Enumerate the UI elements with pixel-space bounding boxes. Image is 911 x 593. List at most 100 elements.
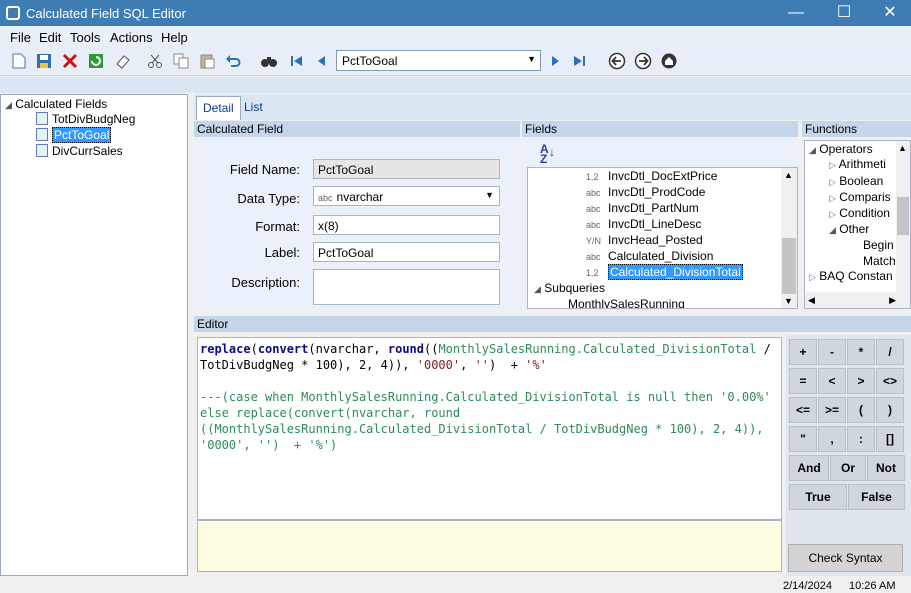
tree-node-match[interactable]: Match [863,254,896,270]
collapse-icon[interactable]: ◢ [5,100,12,110]
scrollbar-thumb[interactable] [782,238,796,294]
list-item[interactable]: 1.2 InvcDtl_DocExtPrice [586,169,717,185]
subqueries-node[interactable]: ◢ Subqueries [534,281,605,297]
scroll-up-icon[interactable]: ▲ [898,143,907,153]
functions-scrollbar[interactable]: ▲ [896,141,910,293]
code-line-2: TotDivBudgNeg * 100), 2, 4)), '0000', ''… [200,358,547,372]
undo-icon[interactable] [223,51,243,71]
last-record-icon[interactable] [569,51,589,71]
operator-key[interactable]: / [876,339,904,365]
and-button[interactable]: And [789,455,829,481]
sql-editor[interactable]: replace(convert(nvarchar, round((Monthly… [197,337,782,520]
list-item[interactable]: abc InvcDtl_ProdCode [586,185,705,201]
field-name-field[interactable]: PctToGoal [313,159,500,179]
tab-detail[interactable]: Detail [196,96,241,120]
tree-node-other[interactable]: ◢ Other [829,222,869,238]
operator-key[interactable]: , [818,426,846,452]
operator-key[interactable]: * [847,339,875,365]
menu-edit[interactable]: Edit [39,30,61,45]
tree-node-begin[interactable]: Begin [863,238,894,254]
tree-node-comparison[interactable]: ▷ Comparis [829,190,891,206]
minimize-button[interactable]: — [773,0,819,26]
record-navigator-combo[interactable]: PctToGoal ▼ [336,50,541,71]
false-button[interactable]: False [848,484,905,510]
delete-icon[interactable] [60,51,80,71]
operator-key[interactable]: < [818,368,846,394]
scroll-right-icon[interactable]: ▶ [889,295,896,306]
refresh-icon[interactable] [86,51,106,71]
operator-key[interactable]: = [789,368,817,394]
operator-key[interactable]: <= [789,397,817,423]
save-icon[interactable] [34,51,54,71]
menu-actions[interactable]: Actions [110,30,153,45]
tree-node-operators[interactable]: ◢ Operators [809,142,873,158]
field-icon [36,128,48,141]
list-item[interactable]: Y/N InvcHead_Posted [586,233,703,249]
close-button[interactable]: ✕ [867,0,911,26]
description-field[interactable] [313,269,500,305]
operator-key[interactable]: [] [876,426,904,452]
cut-icon[interactable] [145,51,165,71]
scroll-down-icon[interactable]: ▼ [784,296,793,306]
list-item[interactable]: abc InvcDtl_LineDesc [586,217,701,233]
previous-record-icon[interactable] [312,51,332,71]
operator-key[interactable]: - [818,339,846,365]
maximize-button[interactable]: ☐ [821,0,867,26]
operator-key[interactable]: >= [818,397,846,423]
data-type-select[interactable]: abc nvarchar ▼ [313,186,500,206]
scroll-left-icon[interactable]: ◀ [808,295,815,306]
label-field[interactable]: PctToGoal [313,242,500,262]
home-icon[interactable] [659,51,679,71]
tree-node-condition[interactable]: ▷ Condition [829,206,890,222]
first-record-icon[interactable] [287,51,307,71]
operator-key[interactable]: " [789,426,817,452]
dropdown-arrow-icon[interactable]: ▼ [527,54,536,64]
header-band [0,77,911,93]
not-button[interactable]: Not [867,455,905,481]
eraser-icon[interactable] [113,51,133,71]
tree-item-pcttogoal[interactable]: PctToGoal [36,127,112,144]
next-record-icon[interactable] [545,51,565,71]
tree-node-boolean[interactable]: ▷ Boolean [829,174,883,190]
operator-key[interactable]: + [789,339,817,365]
scrollbar-thumb[interactable] [897,197,909,235]
sort-az-icon[interactable]: AZ [540,143,549,165]
status-date: 2/14/2024 [783,580,832,592]
operator-key[interactable]: ( [847,397,875,423]
collapse-icon[interactable]: ◢ [534,284,541,294]
tab-list[interactable]: List [238,96,269,120]
operator-key[interactable]: : [847,426,875,452]
binoculars-icon[interactable] [259,51,279,71]
paste-icon[interactable] [197,51,217,71]
new-icon[interactable] [9,51,29,71]
copy-icon[interactable] [171,51,191,71]
list-item[interactable]: abc InvcDtl_PartNum [586,201,699,217]
list-item[interactable]: abc Calculated_Division [586,249,713,265]
status-time: 10:26 AM [849,580,896,592]
format-field[interactable]: x(8) [313,215,500,235]
functions-hscrollbar[interactable]: ◀ ▶ [805,292,910,308]
operator-key[interactable]: ) [876,397,904,423]
true-button[interactable]: True [789,484,847,510]
operator-key[interactable]: > [847,368,875,394]
tree-item-divcurrsales[interactable]: DivCurrSales [36,144,123,160]
forward-icon[interactable] [633,51,653,71]
chevron-down-icon[interactable]: ▼ [485,190,494,200]
menu-file[interactable]: File [10,30,31,45]
back-icon[interactable] [607,51,627,71]
tree-node-baq-constants[interactable]: ▷ BAQ Constan [809,269,893,285]
menu-help[interactable]: Help [161,30,188,45]
operator-key[interactable]: <> [876,368,904,394]
tree-node-arithmetic[interactable]: ▷ Arithmeti [829,157,886,173]
format-label: Format: [255,219,300,234]
list-item[interactable]: 1.2 Calculated_DivisionTotal [586,264,743,281]
subquery-item[interactable]: MonthlySalesRunning [568,297,685,308]
tree-root[interactable]: ◢ Calculated Fields [5,97,107,113]
fields-scrollbar[interactable]: ▲ ▼ [781,168,797,308]
or-button[interactable]: Or [830,455,866,481]
check-syntax-button[interactable]: Check Syntax [788,544,903,572]
record-navigator-value: PctToGoal [342,54,398,68]
tree-item-totdivbudgneg[interactable]: TotDivBudgNeg [36,112,135,128]
scroll-up-icon[interactable]: ▲ [784,170,793,180]
menu-tools[interactable]: Tools [70,30,100,45]
